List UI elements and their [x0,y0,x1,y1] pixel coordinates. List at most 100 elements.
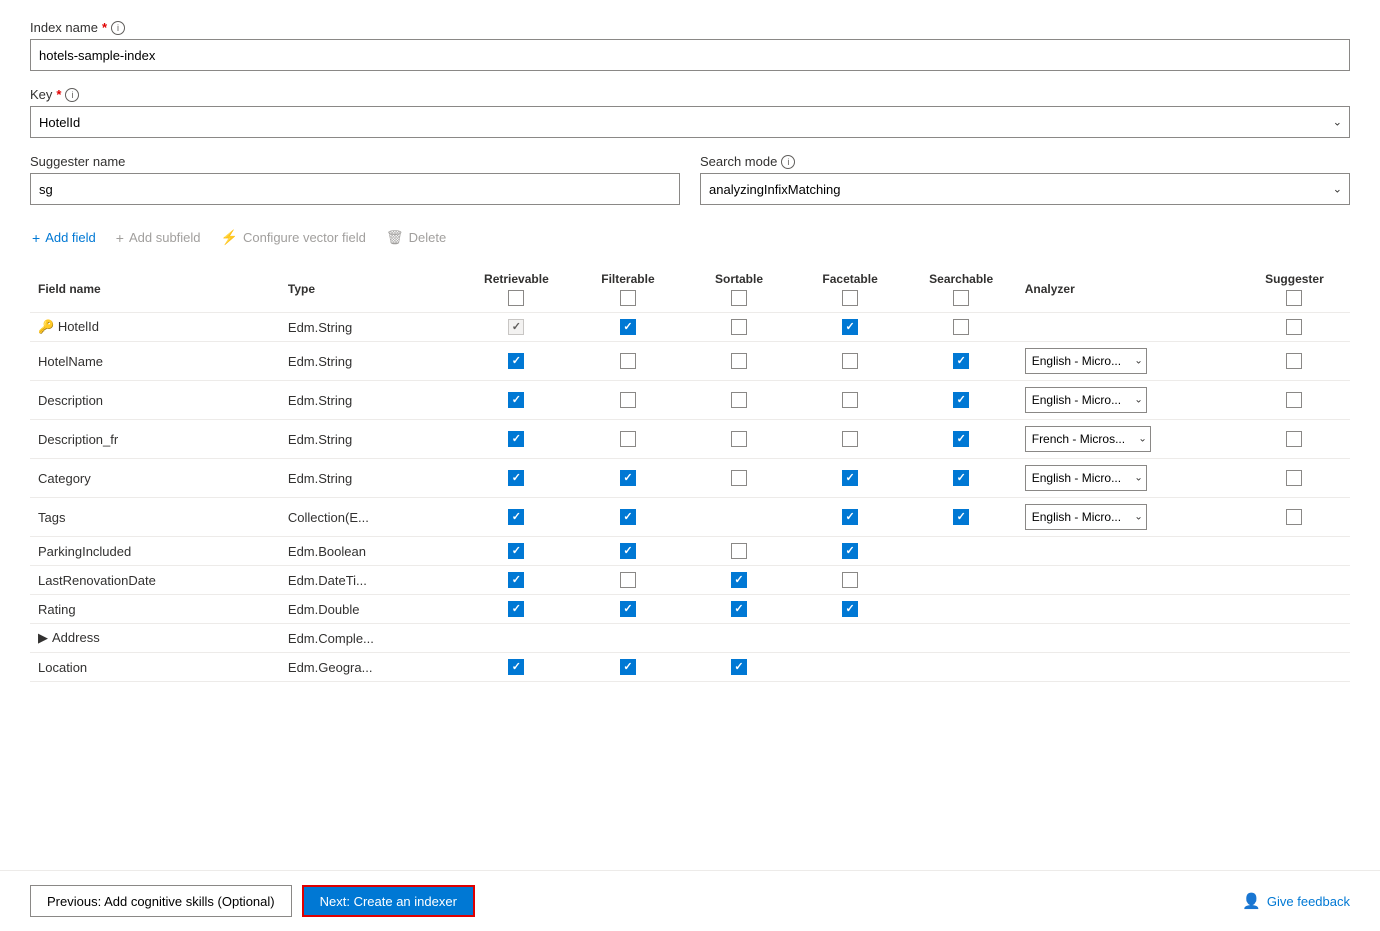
searchable-cell [906,595,1017,624]
retrievable-checkbox[interactable] [508,601,524,617]
analyzer-select[interactable]: English - Micro... [1025,387,1147,413]
delete-button[interactable]: 🗑 Delete [384,225,448,250]
key-label: Key * i [30,87,1350,102]
facetable-checkbox[interactable] [842,543,858,559]
filterable-checkbox[interactable] [620,470,636,486]
header-searchable-checkbox[interactable] [953,290,969,306]
header-suggester-checkbox[interactable] [1286,290,1302,306]
searchable-checkbox[interactable] [953,509,969,525]
suggester-checkbox[interactable] [1286,319,1302,335]
header-retrievable-checkbox[interactable] [508,290,524,306]
suggester-checkbox[interactable] [1286,509,1302,525]
retrievable-checkbox[interactable] [508,353,524,369]
facetable-checkbox[interactable] [842,353,858,369]
sortable-checkbox[interactable] [731,319,747,335]
retrievable-checkbox[interactable] [508,392,524,408]
header-filterable-checkbox[interactable] [620,290,636,306]
analyzer-select[interactable]: English - Micro... [1025,348,1147,374]
add-field-button[interactable]: + Add field [30,226,98,250]
analyzer-cell: English - Micro...⌄ [1017,342,1239,381]
sortable-checkbox[interactable] [731,543,747,559]
searchable-cell [906,653,1017,682]
sortable-checkbox[interactable] [731,353,747,369]
field-type-cell: Edm.Double [280,595,460,624]
suggester-cell [1239,420,1350,459]
filterable-checkbox[interactable] [620,353,636,369]
fields-table-container: Field name Type Retrievable Filterable [30,266,1350,682]
retrievable-checkbox[interactable] [508,509,524,525]
header-facetable-checkbox[interactable] [842,290,858,306]
facetable-checkbox[interactable] [842,470,858,486]
header-sortable-checkbox[interactable] [731,290,747,306]
searchable-checkbox[interactable] [953,319,969,335]
add-subfield-button[interactable]: + Add subfield [114,226,203,250]
next-button[interactable]: Next: Create an indexer [302,885,475,917]
suggester-checkbox[interactable] [1286,353,1302,369]
sortable-checkbox[interactable] [731,601,747,617]
facetable-checkbox[interactable] [842,392,858,408]
facetable-cell [795,420,906,459]
analyzer-select[interactable]: English - Micro... [1025,504,1147,530]
table-row: ▶AddressEdm.Comple... [30,624,1350,653]
facetable-cell [795,498,906,537]
sortable-checkbox[interactable] [731,659,747,675]
retrievable-checkbox[interactable] [508,470,524,486]
table-row: HotelNameEdm.StringEnglish - Micro...⌄ [30,342,1350,381]
analyzer-select[interactable]: French - Micros... [1025,426,1151,452]
footer: Previous: Add cognitive skills (Optional… [0,870,1380,931]
searchable-checkbox[interactable] [953,353,969,369]
sortable-checkbox[interactable] [731,392,747,408]
filterable-checkbox[interactable] [620,319,636,335]
facetable-checkbox[interactable] [842,572,858,588]
filterable-checkbox[interactable] [620,601,636,617]
retrievable-checkbox[interactable] [508,543,524,559]
page-container: Index name * i Key * i HotelId ⌄ Suggest… [0,0,1380,682]
searchable-checkbox[interactable] [953,431,969,447]
field-type-cell: Collection(E... [280,498,460,537]
analyzer-cell [1017,653,1239,682]
facetable-cell [795,653,906,682]
index-name-input[interactable] [30,39,1350,71]
filterable-checkbox[interactable] [620,659,636,675]
suggester-name-input[interactable] [30,173,680,205]
filterable-checkbox[interactable] [620,509,636,525]
filterable-cell [572,381,683,420]
facetable-checkbox[interactable] [842,431,858,447]
suggester-checkbox[interactable] [1286,392,1302,408]
sortable-checkbox[interactable] [731,431,747,447]
facetable-checkbox[interactable] [842,319,858,335]
retrievable-cell [460,342,572,381]
retrievable-checkbox[interactable] [508,319,524,335]
retrievable-checkbox[interactable] [508,431,524,447]
filterable-checkbox[interactable] [620,543,636,559]
filterable-checkbox[interactable] [620,392,636,408]
suggester-checkbox[interactable] [1286,431,1302,447]
retrievable-checkbox[interactable] [508,572,524,588]
toolbar: + Add field + Add subfield ⚡ Configure v… [30,221,1350,250]
filterable-checkbox[interactable] [620,572,636,588]
field-name-cell: HotelName [30,342,280,381]
filterable-cell [572,498,683,537]
sortable-checkbox[interactable] [731,470,747,486]
sortable-cell [683,313,794,342]
searchable-checkbox[interactable] [953,392,969,408]
filterable-cell [572,537,683,566]
sortable-checkbox[interactable] [731,572,747,588]
suggester-checkbox[interactable] [1286,470,1302,486]
search-mode-label: Search mode i [700,154,1350,169]
search-mode-select[interactable]: analyzingInfixMatching [700,173,1350,205]
facetable-checkbox[interactable] [842,509,858,525]
filterable-checkbox[interactable] [620,431,636,447]
expand-icon[interactable]: ▶ [38,630,48,645]
analyzer-select-wrapper: English - Micro...⌄ [1025,504,1147,530]
facetable-checkbox[interactable] [842,601,858,617]
prev-button[interactable]: Previous: Add cognitive skills (Optional… [30,885,292,917]
configure-vector-button[interactable]: ⚡ Configure vector field [219,225,368,250]
col-header-type: Type [280,266,460,313]
searchable-checkbox[interactable] [953,470,969,486]
retrievable-checkbox[interactable] [508,659,524,675]
field-name-cell: Rating [30,595,280,624]
analyzer-select[interactable]: English - Micro... [1025,465,1147,491]
key-select[interactable]: HotelId [30,106,1350,138]
give-feedback-button[interactable]: 👤 Give feedback [1242,892,1350,910]
